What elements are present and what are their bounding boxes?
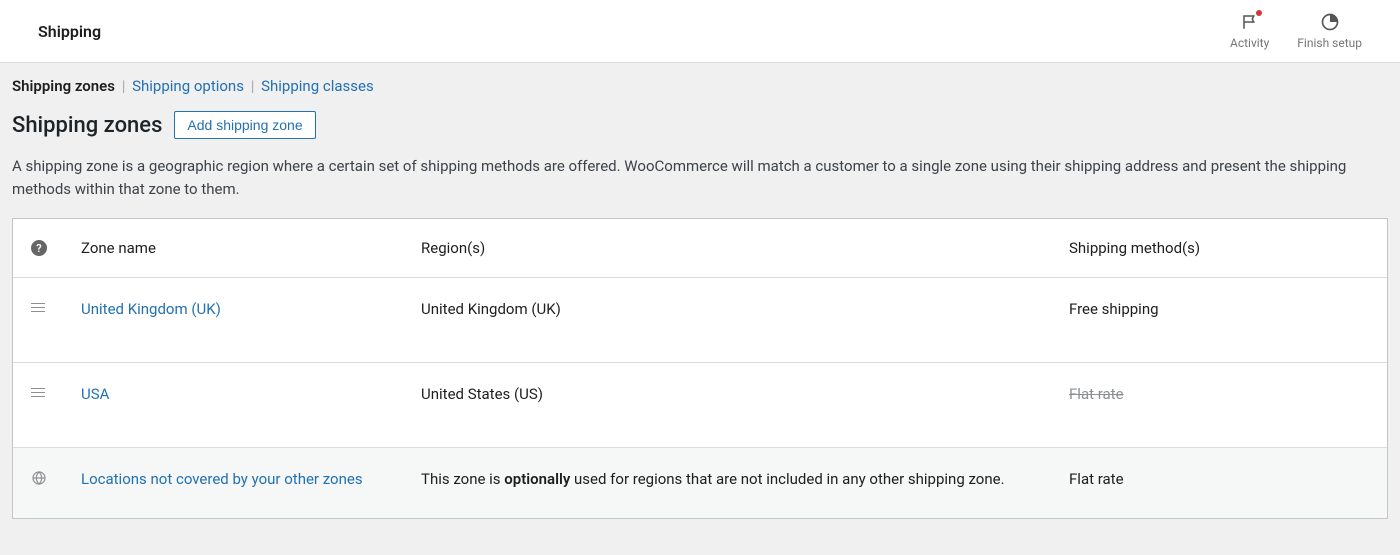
zone-name-link[interactable]: United Kingdom (UK) [81, 300, 221, 318]
zone-method-disabled: Flat rate [1069, 385, 1124, 403]
zone-region: United States (US) [421, 385, 1069, 403]
table-header-row: ? Zone name Region(s) Shipping method(s) [13, 219, 1387, 278]
globe-col [31, 470, 81, 490]
section-description: A shipping zone is a geographic region w… [0, 149, 1380, 218]
subnav-classes[interactable]: Shipping classes [261, 77, 374, 95]
header-method: Shipping method(s) [1069, 239, 1369, 257]
zone-region: This zone is optionally used for regions… [421, 470, 1069, 488]
subnav: Shipping zones | Shipping options | Ship… [0, 63, 1400, 105]
subnav-options[interactable]: Shipping options [132, 77, 244, 95]
table-row-rest: Locations not covered by your other zone… [13, 448, 1387, 518]
finish-setup-button[interactable]: Finish setup [1297, 12, 1362, 50]
zone-method: Flat rate [1069, 470, 1369, 488]
header-region: Region(s) [421, 239, 1069, 257]
subnav-zones[interactable]: Shipping zones [12, 77, 115, 95]
activity-button[interactable]: Activity [1230, 12, 1269, 50]
notification-dot-icon [1256, 10, 1262, 16]
zone-name-link[interactable]: Locations not covered by your other zone… [81, 470, 363, 488]
zone-region: United Kingdom (UK) [421, 300, 1069, 318]
help-col: ? [31, 240, 81, 256]
flag-icon [1240, 12, 1260, 32]
topbar-actions: Activity Finish setup [1230, 12, 1362, 50]
add-shipping-zone-button[interactable]: Add shipping zone [174, 111, 315, 139]
drag-handle-col [31, 385, 81, 400]
section-heading: Shipping zones [12, 113, 162, 138]
drag-handle-icon[interactable] [31, 300, 45, 315]
drag-handle-col [31, 300, 81, 315]
drag-handle-icon[interactable] [31, 385, 45, 400]
header-zone-name: Zone name [81, 239, 421, 257]
activity-label: Activity [1230, 36, 1269, 50]
progress-circle-icon [1320, 12, 1340, 32]
heading-row: Shipping zones Add shipping zone [0, 105, 1400, 149]
page-title: Shipping [38, 22, 101, 41]
finish-setup-label: Finish setup [1297, 36, 1362, 50]
globe-icon [31, 470, 47, 490]
zone-name-link[interactable]: USA [81, 385, 109, 403]
zone-method: Free shipping [1069, 300, 1369, 318]
shipping-zones-table: ? Zone name Region(s) Shipping method(s)… [12, 218, 1388, 519]
table-row: United Kingdom (UK) United Kingdom (UK) … [13, 278, 1387, 363]
help-icon[interactable]: ? [31, 240, 47, 256]
table-row: USA United States (US) Flat rate [13, 363, 1387, 448]
topbar: Shipping Activity Finish setup [0, 0, 1400, 63]
